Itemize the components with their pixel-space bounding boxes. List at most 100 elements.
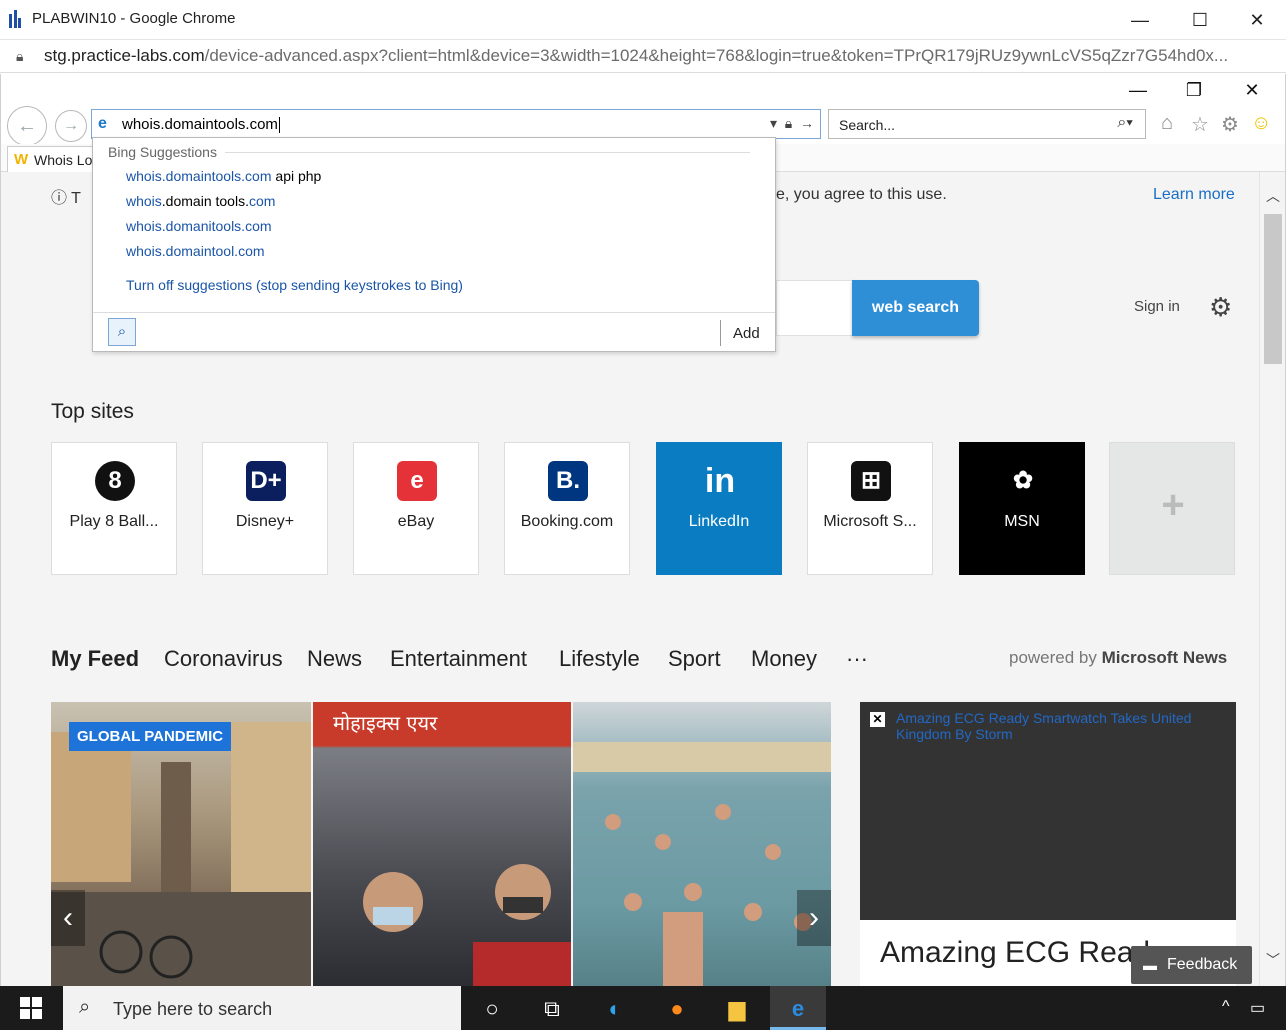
page-scrollbar[interactable]: ︿ ﹀ (1259, 172, 1285, 986)
address-value: whois.domaintools.com (122, 116, 278, 133)
plab-logo-icon (9, 10, 21, 28)
minimize-button[interactable]: — (1120, 6, 1160, 34)
feed-tab[interactable]: My Feed (51, 646, 139, 672)
feed-tab[interactable]: Money (751, 646, 817, 672)
ie-close-button[interactable]: ✕ (1237, 80, 1267, 101)
chrome-url-bar[interactable]: 🔒︎ stg.practice-labs.com/device-advanced… (0, 40, 1286, 73)
tile-label: eBay (397, 513, 435, 530)
info-icon: ⓘ T (51, 190, 81, 207)
feed-tab[interactable]: Lifestyle (559, 646, 640, 672)
maximize-button[interactable]: ☐ (1180, 6, 1220, 34)
top-site-tile[interactable]: 8 Play 8 Ball... (51, 442, 177, 575)
ad-text[interactable]: Amazing ECG Ready Smartwatch Takes Unite… (896, 710, 1196, 742)
tile-icon: ⊞ (851, 461, 891, 501)
ad-close-icon[interactable]: ✕ (870, 712, 885, 727)
feed-tab[interactable]: Entertainment (390, 646, 527, 672)
internet-explorer-icon[interactable]: e (783, 994, 813, 1024)
suggestion-item[interactable]: whois.domaintool.com (126, 243, 265, 259)
feed-tab[interactable]: News (307, 646, 362, 672)
suggestion-item[interactable]: whois.domanitools.com (126, 218, 272, 234)
text-caret (278, 117, 280, 134)
feed-tab[interactable]: ··· (846, 646, 868, 672)
ie-minimize-button[interactable]: — (1123, 80, 1153, 101)
favorites-star-icon[interactable]: ☆ (1191, 112, 1209, 137)
feed-tab[interactable]: Sport (668, 646, 721, 672)
task-view-icon[interactable]: ⧉ (537, 994, 567, 1024)
cortana-icon[interactable]: ○ (477, 994, 507, 1024)
suggestion-bold: whois (126, 193, 162, 209)
ie-search-box[interactable]: Search... ⌕▾ (828, 109, 1146, 139)
tile-label: Play 8 Ball... (69, 513, 159, 530)
edge-icon[interactable]: ◐ (600, 994, 630, 1024)
suggestion-item[interactable]: whois.domain tools.com (126, 193, 275, 209)
tile-icon: ✿ (1012, 467, 1034, 494)
file-explorer-icon[interactable]: ▆ (722, 994, 752, 1024)
address-tools[interactable]: ▾ 🔒︎ → (770, 115, 814, 132)
windows-taskbar: ⌕ Type here to search ○ ⧉ ◐ ● ▆ e ^ ▭ (0, 986, 1286, 1030)
top-site-tile[interactable]: ⊞ Microsoft S... (807, 442, 933, 575)
notification-icon[interactable]: ▭ (1250, 998, 1265, 1018)
suggestion-mid: .domain tools. (161, 193, 249, 209)
web-search-input[interactable] (776, 280, 856, 336)
feedback-label: Feedback (1167, 956, 1238, 973)
scroll-down-icon[interactable]: ﹀ (1266, 950, 1280, 970)
taskbar-search-box[interactable]: ⌕ Type here to search (63, 986, 461, 1030)
suggestion-item[interactable]: whois.domaintools.com api php (126, 168, 321, 184)
carousel-prev-button[interactable]: ‹ (51, 890, 85, 946)
feed-tab[interactable]: Coronavirus (164, 646, 283, 672)
address-input[interactable]: whois.domaintools.com (122, 116, 280, 134)
powered-by: powered by Microsoft News (1009, 648, 1227, 668)
web-search-button[interactable]: web search (852, 280, 979, 336)
search-provider-icon[interactable]: ⌕ (108, 318, 136, 346)
window-title: PLABWIN10 - Google Chrome (32, 10, 236, 27)
news-image-masks[interactable]: मोहाइक्स एयर (313, 702, 571, 986)
windows-start-icon[interactable] (20, 997, 42, 1019)
top-site-tile[interactable]: D+ Disney+ (202, 442, 328, 575)
svg-text:मोहाइक्स एयर: मोहाइक्स एयर (333, 711, 438, 735)
settings-gear-icon[interactable]: ⚙ (1209, 292, 1232, 323)
ie-restore-button[interactable]: ❐ (1179, 80, 1209, 101)
tab-whois[interactable]: W Whois Lo (7, 146, 95, 172)
suggestion-rest: api php (271, 168, 322, 184)
add-provider-button[interactable]: Add (733, 325, 760, 342)
close-button[interactable]: ✕ (1237, 6, 1277, 34)
suggestions-divider (93, 312, 775, 313)
powered-prefix: powered by (1009, 648, 1102, 667)
ie-search-placeholder: Search... (839, 117, 896, 133)
search-icon[interactable]: ⌕▾ (1117, 114, 1133, 132)
sign-in-link[interactable]: Sign in (1134, 298, 1180, 315)
ad-banner[interactable]: ✕ Amazing ECG Ready Smartwatch Takes Uni… (860, 702, 1236, 920)
top-site-tile[interactable]: B. Booking.com (504, 442, 630, 575)
tools-gear-icon[interactable]: ⚙ (1221, 112, 1239, 137)
tile-label: MSN (1004, 513, 1040, 530)
whois-favicon-icon: W (14, 151, 29, 168)
tray-chevron-icon[interactable]: ^ (1222, 998, 1230, 1016)
top-site-tile[interactable]: + (1109, 442, 1235, 575)
top-site-tile[interactable]: in LinkedIn (656, 442, 782, 575)
suggestion-end: com (238, 243, 265, 259)
back-button[interactable]: ← (7, 106, 47, 146)
tile-icon: D+ (246, 461, 286, 501)
address-bar[interactable]: e whois.domaintools.com ▾ 🔒︎ → (91, 109, 821, 139)
smiley-feedback-icon[interactable]: ☺ (1251, 112, 1271, 135)
feedback-button[interactable]: ▬ Feedback (1131, 946, 1252, 984)
learn-more-link[interactable]: Learn more (1153, 186, 1235, 204)
scroll-thumb[interactable] (1264, 214, 1282, 364)
tile-icon: 8 (95, 461, 135, 501)
news-image-beach[interactable] (573, 702, 831, 986)
remote-desktop: — ❐ ✕ ← → e whois.domaintools.com ▾ 🔒︎ →… (0, 74, 1286, 986)
bing-suggestions-dropdown: Bing Suggestions whois.domaintools.com a… (92, 137, 776, 352)
cookie-notice: e, you agree to this use. (776, 186, 947, 203)
forward-button[interactable]: → (55, 110, 87, 142)
top-site-tile[interactable]: e eBay (353, 442, 479, 575)
tile-label: LinkedIn (688, 513, 750, 530)
firefox-icon[interactable]: ● (662, 994, 692, 1024)
url-text[interactable]: stg.practice-labs.com/device-advanced.as… (44, 46, 1274, 66)
scroll-up-icon[interactable]: ︿ (1266, 186, 1280, 206)
top-site-tile[interactable]: ✿ MSN (959, 442, 1085, 575)
suggestion-mid: .domanitools. (161, 218, 246, 234)
home-icon[interactable]: ⌂ (1161, 112, 1173, 135)
suggestion-end: com (245, 218, 272, 234)
carousel-next-button[interactable]: › (797, 890, 831, 946)
turn-off-suggestions-link[interactable]: Turn off suggestions (stop sending keyst… (126, 277, 463, 293)
